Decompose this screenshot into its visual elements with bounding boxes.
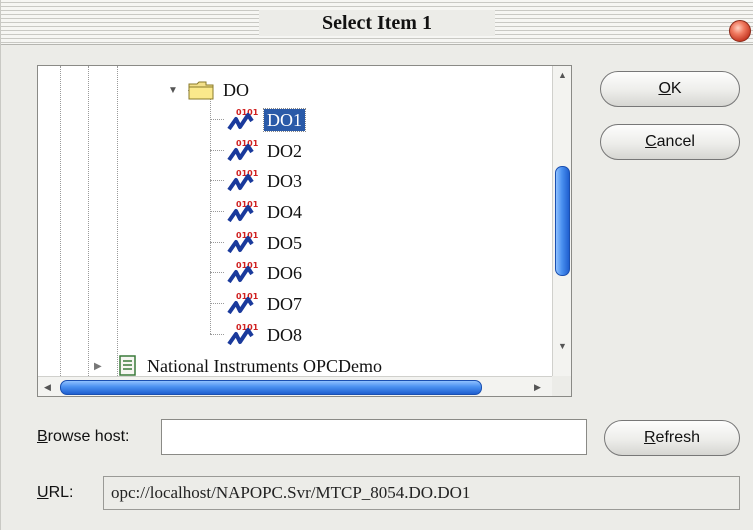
title-pill: Select Item 1 — [259, 10, 495, 36]
opc-tag-icon: 0101 — [227, 261, 258, 284]
ok-mnemonic: O — [658, 80, 671, 97]
tree-node-tag-do4[interactable]: 0101 DO4 — [226, 198, 305, 226]
tree-node-label: DO6 — [267, 263, 302, 283]
tree-guide-line — [60, 66, 61, 376]
folder-icon — [188, 81, 214, 100]
vertical-scrollbar[interactable]: ▲ ▼ — [552, 66, 571, 376]
tree-guide-line — [210, 119, 224, 120]
tree-view[interactable]: ▼ DO 0101 DO1 0101 DO2 0101 DO3 0101 DO4… — [37, 65, 572, 397]
horizontal-scrollbar[interactable]: ◀ ▶ — [38, 376, 552, 396]
tree-guide-line — [210, 334, 224, 335]
tree-node-tag-do6[interactable]: 0101 DO6 — [226, 259, 305, 287]
url-label-text: RL: — [48, 484, 74, 501]
tree-node-tag-do1[interactable]: 0101 DO1 — [226, 106, 306, 134]
tree-node-label: DO5 — [267, 233, 302, 253]
opc-tag-icon: 0101 — [227, 169, 258, 192]
opc-tag-icon: 0101 — [227, 292, 258, 315]
tree-guide-line — [117, 66, 118, 376]
tree-guide-line — [210, 150, 224, 151]
browse-host-label: Browse host: — [37, 428, 129, 446]
refresh-label: efresh — [655, 429, 701, 446]
url-label: URL: — [37, 484, 73, 502]
close-button[interactable] — [729, 20, 751, 42]
tree-node-tag-do5[interactable]: 0101 DO5 — [226, 229, 305, 257]
window-title: Select Item 1 — [322, 12, 432, 34]
url-field: opc://localhost/NAPOPC.Svr/MTCP_8054.DO.… — [103, 476, 740, 510]
opc-tag-icon: 0101 — [227, 108, 258, 131]
expand-arrow-icon[interactable]: ▶ — [94, 361, 108, 372]
scroll-corner — [552, 376, 571, 396]
tree-node-tag-do3[interactable]: 0101 DO3 — [226, 167, 305, 195]
scroll-left-arrow-icon[interactable]: ◀ — [38, 377, 57, 396]
tree-guide-line — [210, 211, 224, 212]
dialog-window: Select Item 1 ▼ DO 0101 DO1 0101 DO2 010… — [0, 0, 753, 530]
refresh-mnemonic: R — [643, 429, 656, 446]
tree-node-label: DO7 — [267, 294, 302, 314]
ok-button[interactable]: OK — [600, 71, 740, 107]
tree-node-tag-do8[interactable]: 0101 DO8 — [226, 321, 305, 349]
tree-node-label: DO8 — [267, 325, 302, 345]
cancel-button[interactable]: Cancel — [600, 124, 740, 160]
tree-guide-line — [210, 272, 224, 273]
tree-guide-line — [210, 303, 224, 304]
cancel-mnemonic: C — [645, 133, 657, 150]
cancel-label: ancel — [656, 133, 695, 150]
horizontal-scroll-thumb[interactable] — [60, 380, 482, 395]
tree-node-label: National Instruments OPCDemo — [147, 356, 382, 376]
browse-host-label-text: rowse host: — [47, 428, 130, 445]
server-document-icon — [119, 355, 136, 376]
browse-host-mnemonic: B — [37, 428, 48, 445]
tree-node-label: DO — [223, 80, 249, 100]
tree-node-folder[interactable]: ▼ DO — [168, 76, 252, 104]
tree-guide-line — [210, 90, 211, 334]
refresh-button[interactable]: Refresh — [604, 420, 740, 456]
title-bar[interactable]: Select Item 1 — [1, 0, 753, 45]
opc-tag-icon: 0101 — [227, 231, 258, 254]
scroll-up-arrow-icon[interactable]: ▲ — [553, 66, 571, 85]
browse-host-input[interactable] — [161, 419, 587, 455]
tree-node-label: DO2 — [267, 141, 302, 161]
tree-node-label: DO1 — [263, 108, 306, 132]
tree-node-label: DO3 — [267, 171, 302, 191]
tree-guide-line — [210, 180, 224, 181]
scroll-down-arrow-icon[interactable]: ▼ — [553, 337, 571, 356]
tree-node-tag-do2[interactable]: 0101 DO2 — [226, 137, 305, 165]
tree-node-tag-do7[interactable]: 0101 DO7 — [226, 290, 305, 318]
opc-tag-icon: 0101 — [227, 200, 258, 223]
url-mnemonic: U — [37, 484, 49, 501]
tree-guide-line — [88, 66, 89, 376]
opc-tag-icon: 0101 — [227, 139, 258, 162]
scroll-right-arrow-icon[interactable]: ▶ — [528, 377, 547, 396]
ok-label: K — [670, 80, 682, 97]
expand-arrow-icon[interactable]: ▼ — [168, 85, 182, 96]
tree-guide-line — [210, 242, 224, 243]
tree-node-label: DO4 — [267, 202, 302, 222]
vertical-scroll-thumb[interactable] — [555, 166, 570, 276]
opc-tag-icon: 0101 — [227, 323, 258, 346]
